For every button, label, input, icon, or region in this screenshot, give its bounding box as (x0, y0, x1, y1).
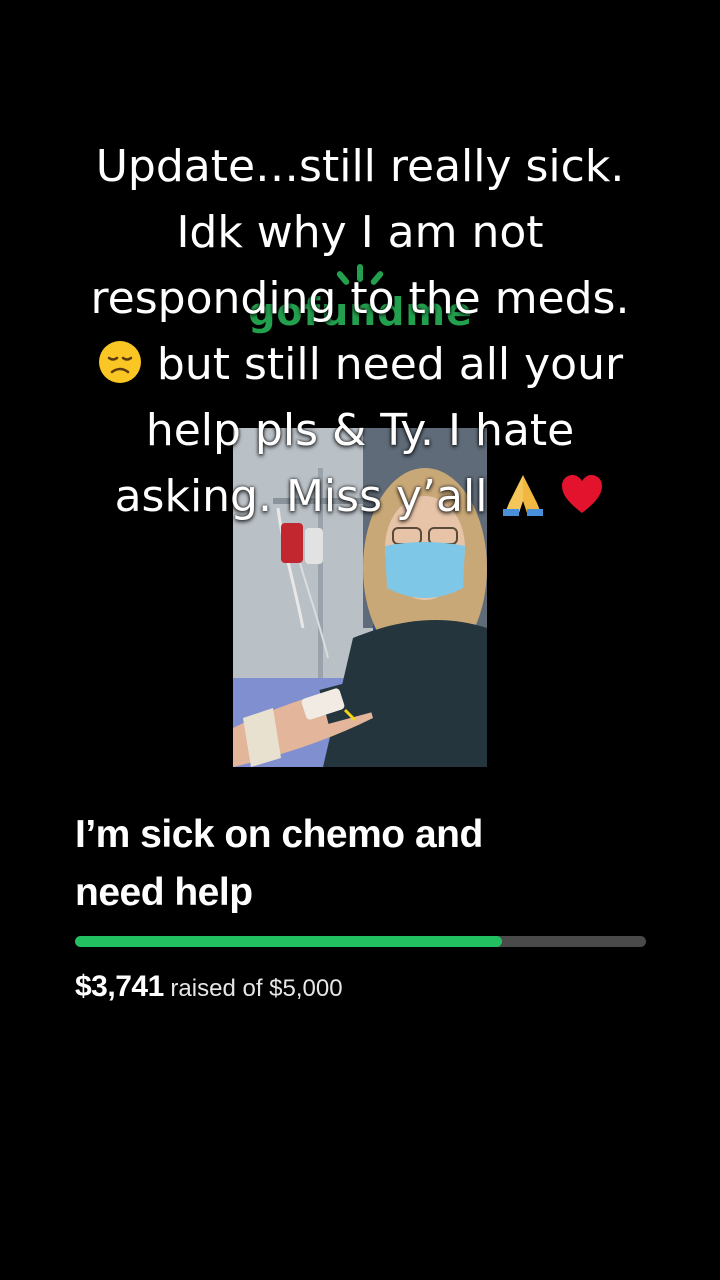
raised-amount: $3,741 (75, 970, 164, 1003)
raised-goal-text: raised of $5,000 (163, 975, 343, 1002)
video-screen: gofundme Update…still really sick. Idk w… (0, 0, 720, 1280)
caption-line-3: responding to the meds. (90, 273, 630, 324)
raised-summary: $3,741 raised of $5,000 (75, 970, 343, 1004)
folded-hands-icon (503, 475, 544, 516)
fundraising-progress-fill (75, 936, 503, 947)
caption-line-6: asking. Miss y’all (114, 471, 488, 522)
disappointed-face-icon (98, 341, 141, 383)
red-heart-icon (562, 475, 603, 513)
caption-line-1: Update…still really sick. (95, 141, 625, 192)
caption-line-4: but still need all your (156, 339, 624, 390)
campaign-title-line-2: need help (75, 871, 253, 914)
caption-line-4-wrap: but still need all your (40, 332, 680, 398)
fundraising-progress-bar (75, 936, 646, 947)
caption-line-5: help pls & Ty. I hate (145, 405, 575, 456)
campaign-title: I’m sick on chemo and need help (75, 806, 635, 922)
caption-line-6-wrap: asking. Miss y’all (40, 464, 680, 530)
caption-line-2: Idk why I am not (176, 207, 544, 258)
campaign-title-line-1: I’m sick on chemo and (75, 813, 483, 856)
video-caption: Update…still really sick. Idk why I am n… (40, 134, 680, 530)
